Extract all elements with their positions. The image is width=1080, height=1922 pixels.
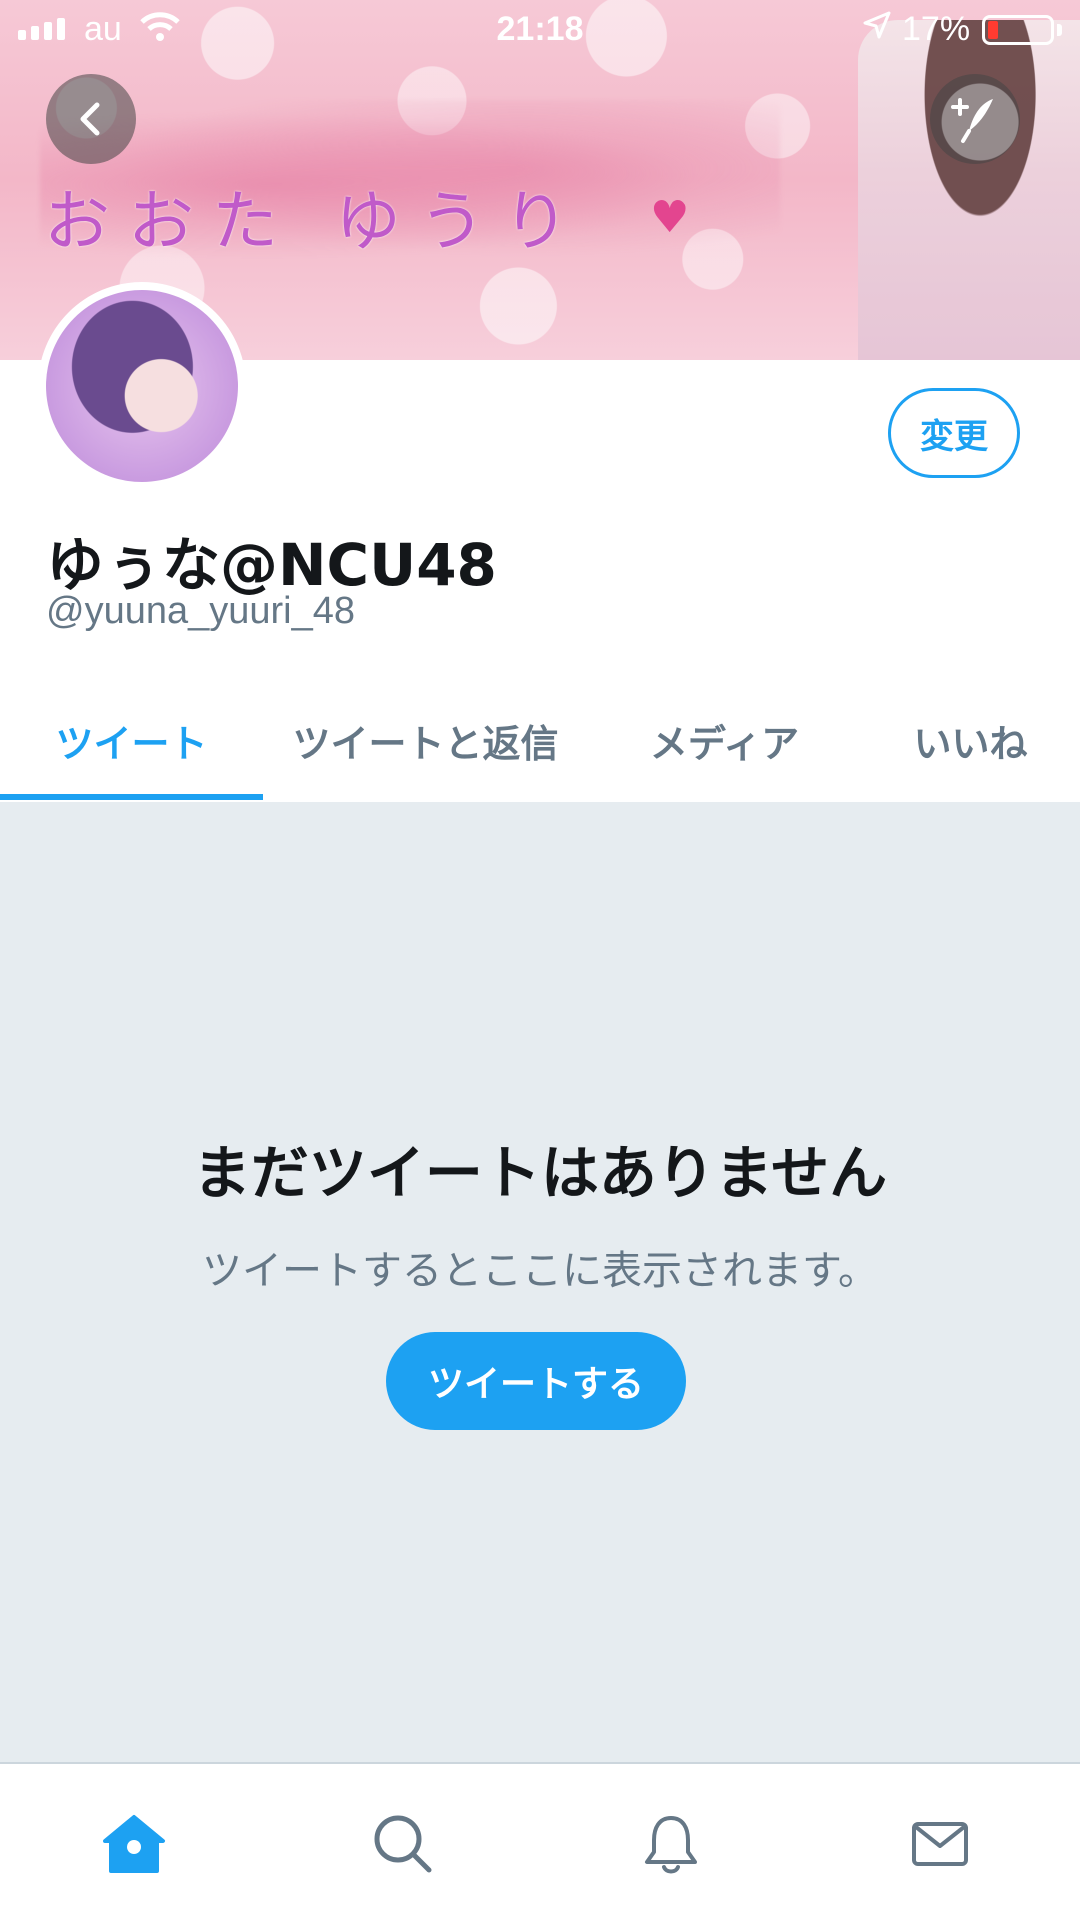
messages-envelope-icon bbox=[912, 1822, 968, 1866]
profile-tabs: ツイート ツイートと返信 メディア いいね bbox=[0, 680, 1080, 804]
empty-state-subtitle: ツイートするとここに表示されます。 bbox=[202, 1248, 878, 1294]
nav-search[interactable] bbox=[367, 1808, 439, 1880]
heart-icon: ♥ bbox=[650, 192, 690, 243]
battery-icon bbox=[982, 15, 1054, 45]
bottom-nav bbox=[0, 1762, 1080, 1922]
banner-photo bbox=[858, 20, 1080, 360]
nav-home[interactable] bbox=[98, 1808, 170, 1880]
home-icon bbox=[103, 1815, 165, 1873]
status-bar: au 21:18 17% bbox=[0, 0, 1080, 60]
search-icon bbox=[374, 1815, 432, 1873]
active-tab-indicator bbox=[0, 794, 263, 800]
avatar[interactable] bbox=[38, 282, 246, 490]
back-button[interactable] bbox=[46, 74, 136, 164]
nav-notifications[interactable] bbox=[635, 1808, 707, 1880]
tab-likes[interactable]: いいね bbox=[861, 680, 1080, 800]
compose-tweet-icon bbox=[951, 98, 993, 143]
tab-media[interactable]: メディア bbox=[588, 680, 861, 800]
notifications-bell-icon bbox=[645, 1816, 697, 1874]
battery-percent: 17% bbox=[902, 10, 971, 48]
nav-messages[interactable] bbox=[904, 1808, 976, 1880]
empty-state-title: まだツイートはありません bbox=[192, 1139, 888, 1207]
banner-text: おおた ゆうり bbox=[44, 183, 587, 260]
location-arrow-icon bbox=[862, 10, 892, 48]
battery-tip bbox=[1057, 24, 1062, 36]
tweet-button[interactable]: ツイートする bbox=[386, 1332, 686, 1430]
chevron-left-icon bbox=[80, 102, 100, 136]
avatar-image bbox=[46, 290, 238, 482]
edit-profile-button[interactable]: 変更 bbox=[888, 388, 1020, 478]
user-handle: @yuuna_yuuri_48 bbox=[46, 590, 356, 632]
tab-tweets[interactable]: ツイート bbox=[0, 680, 263, 800]
tab-tweets-and-replies[interactable]: ツイートと返信 bbox=[263, 680, 588, 800]
compose-tweet-button[interactable] bbox=[930, 74, 1020, 164]
